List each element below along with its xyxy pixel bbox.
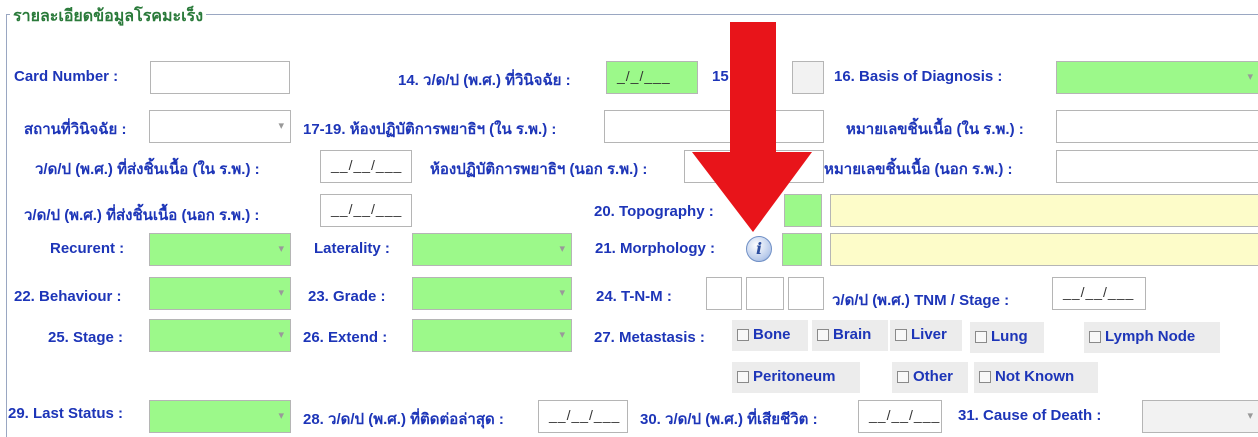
red-down-arrow-icon (692, 22, 812, 232)
cancer-details-form: รายละเอียดข้อมูลโรคมะเร็ง Card Number : … (0, 0, 1258, 437)
